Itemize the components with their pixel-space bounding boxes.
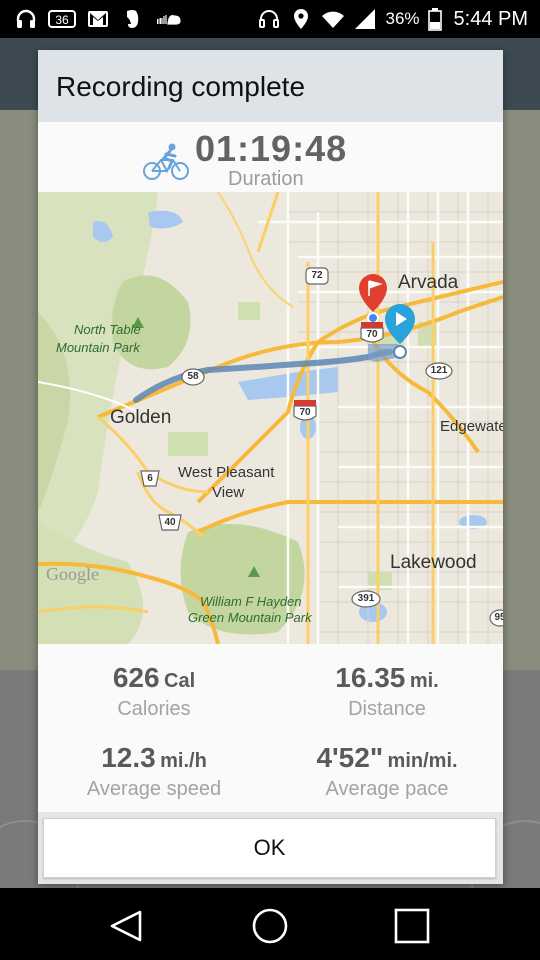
distance-stat: 16.35 mi. Distance [271, 662, 503, 721]
shield-58: 58 [187, 371, 199, 382]
shield-6: 6 [147, 473, 153, 484]
route-map[interactable]: Arvada Golden Edgewate West Pleasant Vie… [38, 192, 503, 644]
headset-icon [257, 7, 281, 31]
calories-value: 626 [112, 662, 160, 693]
avg-pace-label: Average pace [325, 778, 449, 800]
battery-percent: 36% [385, 9, 420, 28]
svg-text:36: 36 [55, 13, 69, 27]
avg-speed-stat: 12.3 mi./h Average speed [38, 742, 270, 801]
duration-value: 01:19:48 [195, 128, 348, 169]
headphones-icon [14, 7, 38, 31]
distance-label: Distance [348, 698, 426, 720]
avg-speed-value: 12.3 [101, 742, 156, 773]
calories-label: Calories [117, 698, 191, 720]
recents-button[interactable] [392, 906, 432, 946]
map-label-golden: Golden [110, 407, 172, 428]
avg-pace-value: 4'52" [316, 742, 384, 773]
distance-value: 16.35 [335, 662, 406, 693]
duration-section: 01:19:48 Duration [38, 122, 503, 192]
avg-speed-unit: mi./h [160, 750, 207, 772]
map-graphics [38, 192, 503, 644]
location-icon [289, 7, 313, 31]
clock: 5:44 PM [453, 7, 528, 30]
home-button[interactable] [250, 906, 290, 946]
avg-pace-unit: min/mi. [387, 750, 458, 772]
notification-badge-icon: 36 [48, 7, 76, 31]
dialog-title: Recording complete [56, 71, 306, 102]
home-circle-icon [252, 908, 288, 944]
map-label-hayden-park: Green Mountain Park [188, 610, 312, 625]
shield-40: 40 [164, 517, 176, 528]
map-label-lakewood: Lakewood [390, 552, 477, 573]
dialog-header: Recording complete [38, 50, 503, 122]
stats-section: 626 Cal Calories 16.35 mi. Distance 12.3… [38, 644, 503, 812]
shield-121: 121 [430, 365, 448, 376]
back-button[interactable] [106, 906, 146, 946]
battery-icon [427, 7, 442, 31]
navigation-bar [0, 888, 540, 960]
wifi-icon [321, 7, 345, 31]
dialog-actions: OK [38, 812, 503, 884]
recents-square-icon [394, 908, 430, 944]
shield-70: 70 [366, 329, 378, 340]
back-triangle-icon [110, 910, 142, 942]
shield-95: 95 [494, 612, 503, 623]
shield-72: 72 [311, 270, 323, 281]
shield-391: 391 [357, 593, 375, 604]
recording-complete-dialog: Recording complete 01:19:48 Duration Arv… [38, 50, 503, 884]
map-label-arvada: Arvada [398, 272, 459, 293]
map-label-west-pleasant: West Pleasant [178, 464, 275, 481]
map-label-hayden: William F Hayden [200, 594, 302, 609]
map-label-view: View [212, 484, 245, 501]
calories-stat: 626 Cal Calories [38, 662, 270, 721]
ok-button[interactable]: OK [43, 818, 496, 878]
evernote-icon [120, 7, 144, 31]
signal-icon [353, 7, 377, 31]
map-label-edgewater: Edgewate [440, 418, 503, 435]
bicycle-icon [142, 142, 190, 182]
distance-unit: mi. [409, 670, 439, 692]
avg-pace-stat: 4'52" min/mi. Average pace [271, 742, 503, 801]
avg-speed-label: Average speed [86, 778, 222, 800]
status-bar: 36 36% 5:44 PM [0, 0, 540, 38]
duration-label: Duration [228, 168, 304, 190]
calories-unit: Cal [164, 670, 196, 692]
map-label-north-table: North Table [74, 322, 141, 337]
map-label-north-table-park: Mountain Park [56, 340, 140, 355]
soundcloud-icon [154, 7, 182, 31]
shield-70-south: 70 [299, 407, 311, 418]
gmail-icon [86, 7, 110, 31]
google-logo: Google [46, 564, 99, 584]
